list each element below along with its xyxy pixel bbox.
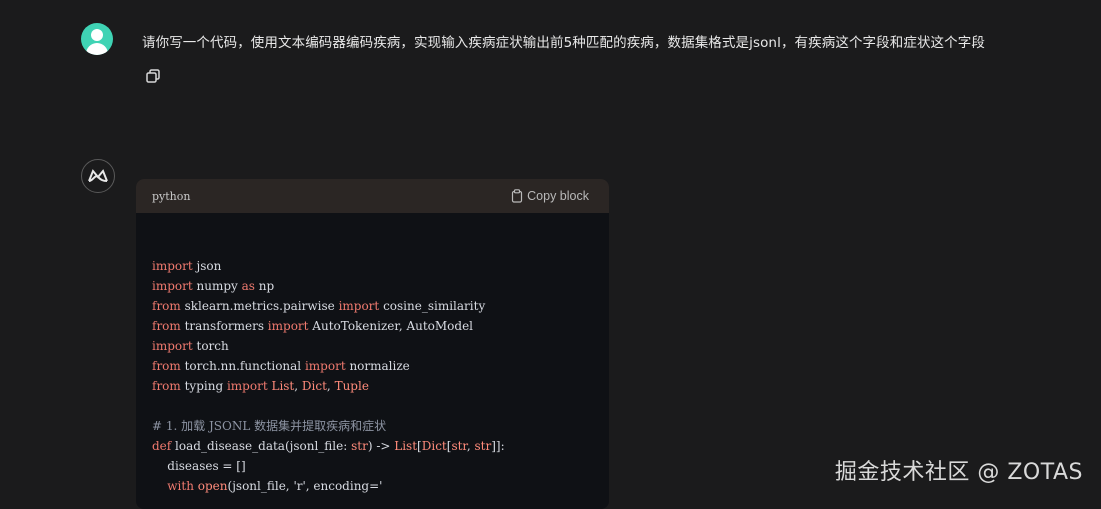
code-token: List (394, 439, 418, 453)
code-token: torch.nn.functional (180, 359, 305, 373)
user-avatar-body (86, 43, 108, 55)
code-token: diseases = [] (152, 459, 246, 473)
code-token: from (152, 379, 181, 393)
code-line: import numpy as np (152, 276, 609, 296)
code-line: import json (152, 256, 609, 276)
code-token: json (192, 259, 222, 273)
code-token: transformers (180, 319, 268, 333)
code-token: str (474, 439, 492, 453)
clipboard-icon (512, 189, 523, 203)
code-content: import json import numpy as np from sklear… (136, 213, 609, 496)
code-token: List (271, 379, 295, 393)
code-token: normalize (345, 359, 410, 373)
code-line: from transformers import AutoTokenizer, … (152, 316, 609, 336)
code-token: Tuple (334, 379, 369, 393)
code-token: , (294, 379, 302, 393)
code-token: (jsonl_file, 'r', encoding=' (227, 479, 383, 493)
code-token: import (152, 339, 193, 353)
code-token: import (152, 279, 193, 293)
code-token: str (451, 439, 467, 453)
copy-block-label: Copy block (527, 189, 589, 203)
code-token: import (338, 299, 380, 313)
code-token: AutoTokenizer, AutoModel (308, 319, 474, 333)
code-token: # 1. 加载 JSONL 数据集并提取疾病和症状 (152, 419, 387, 433)
code-language-label: python (152, 189, 191, 203)
code-token: str (351, 439, 368, 453)
code-line: diseases = [] (152, 456, 609, 476)
code-token: np (254, 279, 275, 293)
assistant-logo-icon (88, 169, 108, 182)
code-block: python Copy block import json import nump… (136, 179, 609, 509)
code-token: cosine_similarity (379, 299, 486, 313)
code-token: typing (180, 379, 227, 393)
code-token: Dict (421, 439, 447, 453)
code-token: with (167, 479, 194, 493)
code-token: from (152, 299, 181, 313)
code-line: from sklearn.metrics.pairwise import cos… (152, 296, 609, 316)
code-token: torch (192, 339, 229, 353)
code-token: numpy (192, 279, 242, 293)
code-token: ) -> (367, 439, 395, 453)
code-token: from (152, 319, 181, 333)
code-line: def load_disease_data(jsonl_file: str) -… (152, 436, 609, 456)
copy-block-button[interactable]: Copy block (511, 189, 589, 203)
code-token: def (152, 439, 172, 453)
code-token: import (152, 259, 193, 273)
assistant-avatar (81, 159, 115, 193)
code-token: import (226, 379, 268, 393)
code-token: as (241, 279, 255, 293)
code-line: with open(jsonl_file, 'r', encoding=' (152, 476, 609, 496)
code-token: from (152, 359, 181, 373)
code-line: from torch.nn.functional import normaliz… (152, 356, 609, 376)
code-token: , (326, 379, 335, 393)
code-token: load_disease_data(jsonl_file: (171, 439, 352, 453)
code-token: ]]: (491, 439, 505, 453)
copy-icon[interactable] (144, 67, 162, 85)
code-token: open (197, 479, 228, 493)
code-token: Dict (301, 379, 327, 393)
code-block-header: python Copy block (136, 179, 609, 213)
user-avatar-head (91, 29, 103, 41)
code-token: sklearn.metrics.pairwise (180, 299, 339, 313)
code-line: import torch (152, 336, 609, 356)
code-token: import (267, 319, 309, 333)
user-avatar (81, 23, 113, 55)
code-line: # 1. 加载 JSONL 数据集并提取疾病和症状 (152, 416, 609, 436)
user-message-text: 请你写一个代码，使用文本编码器编码疾病，实现输入疾病症状输出前5种匹配的疾病，数… (142, 35, 985, 51)
code-line: from typing import List, Dict, Tuple (152, 376, 609, 396)
code-token: import (304, 359, 346, 373)
watermark: 掘金技术社区 @ ZOTAS (834, 460, 1083, 485)
